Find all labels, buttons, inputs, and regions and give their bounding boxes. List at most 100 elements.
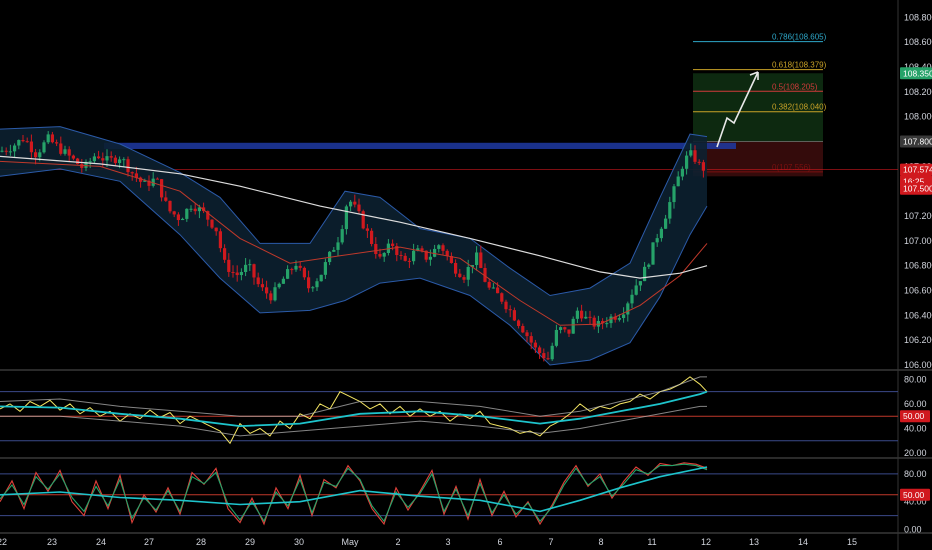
candle-body: [701, 162, 705, 171]
price-tick-label: 106.200: [904, 335, 932, 345]
fib-level-label: 0.786(108.605): [772, 33, 827, 42]
candle-body: [412, 250, 416, 262]
oscillator-1-panel: [0, 376, 898, 445]
candle-body: [13, 145, 17, 152]
candle-body: [210, 219, 214, 228]
price-tag-label: 107.574: [903, 165, 932, 175]
candle-body: [160, 179, 164, 198]
candle-body: [580, 310, 584, 319]
candle-body: [626, 303, 630, 315]
candle-body: [592, 317, 596, 327]
candle-body: [420, 248, 424, 251]
candle-body: [176, 214, 180, 221]
resistance-zone: [104, 142, 736, 149]
candle-body: [231, 271, 235, 273]
candle-body: [672, 186, 676, 203]
candle-body: [571, 318, 575, 334]
candle-body: [311, 287, 315, 289]
osc2-tick-label: 80.00: [904, 469, 927, 479]
price-axis: 108.800108.600108.400108.200108.000107.8…: [900, 12, 932, 535]
candle-body: [559, 327, 563, 330]
candle-body: [567, 329, 571, 334]
time-tick-label: 30: [294, 537, 304, 547]
osc2-tick-label: 0.00: [904, 525, 922, 535]
candle-body: [307, 277, 311, 289]
candle-body: [361, 211, 365, 229]
candle-body: [21, 140, 25, 142]
candle-body: [38, 152, 42, 158]
candle-body: [214, 227, 218, 232]
candle-body: [67, 149, 71, 156]
candle-body: [365, 228, 369, 231]
candle-body: [260, 284, 264, 288]
candle-body: [336, 242, 340, 250]
candle-body: [496, 287, 500, 294]
candle-body: [168, 200, 172, 212]
candle-body: [538, 347, 542, 354]
candle-body: [542, 353, 546, 359]
candle-body: [8, 151, 12, 153]
candle-body: [269, 293, 273, 301]
time-tick-label: 3: [445, 537, 450, 547]
candle-body: [454, 262, 458, 274]
time-tick-label: 8: [598, 537, 603, 547]
candle-body: [0, 150, 4, 152]
candle-body: [50, 134, 54, 143]
candle-body: [340, 229, 344, 243]
candle-body: [273, 287, 277, 301]
candle-body: [512, 310, 516, 321]
candle-body: [517, 320, 521, 326]
candle-body: [63, 149, 67, 154]
candle-body: [118, 159, 122, 164]
candle-body: [563, 327, 567, 330]
candle-body: [550, 345, 554, 360]
time-tick-label: 14: [798, 537, 808, 547]
price-tick-label: 106.400: [904, 310, 932, 320]
candle-body: [588, 316, 592, 318]
candle-body: [97, 156, 101, 159]
candle-body: [126, 159, 130, 173]
osc1-tick-label: 20.00: [904, 448, 927, 458]
candle-body: [647, 264, 651, 267]
candle-body: [428, 256, 432, 260]
candle-body: [92, 156, 96, 162]
candle-body: [164, 197, 168, 201]
candle-body: [353, 201, 357, 205]
osc1-tick-label: 60.00: [904, 399, 927, 409]
candle-body: [88, 161, 92, 163]
candle-body: [689, 150, 693, 156]
time-tick-label: 28: [196, 537, 206, 547]
candle-body: [382, 252, 386, 257]
candle-body: [252, 264, 256, 278]
candle-body: [680, 168, 684, 177]
time-tick-label: 29: [245, 537, 255, 547]
candle-body: [487, 281, 491, 288]
candle-body: [441, 245, 445, 251]
candle-body: [370, 230, 374, 244]
candle-body: [659, 228, 663, 239]
candle-body: [462, 277, 466, 280]
candle-body: [638, 281, 642, 286]
candle-body: [533, 342, 537, 348]
candle-body: [122, 159, 126, 161]
osc1-series-line: [0, 390, 708, 428]
candle-body: [244, 264, 248, 273]
candle-body: [294, 265, 298, 270]
price-tick-label: 108.200: [904, 87, 932, 97]
time-axis: 22232427282930May236781112131415: [0, 537, 857, 547]
candle-body: [575, 310, 579, 319]
candle-body: [130, 172, 134, 174]
candle-body: [34, 152, 38, 158]
osc1-level-tag: 50.00: [903, 411, 925, 421]
osc2-series-line: [0, 463, 708, 523]
candle-body: [374, 243, 378, 255]
candle-body: [479, 252, 483, 268]
candle-body: [500, 293, 504, 302]
time-tick-label: 2: [395, 537, 400, 547]
candle-body: [248, 264, 252, 266]
candle-body: [218, 231, 222, 249]
candle-body: [651, 242, 655, 265]
candle-body: [76, 158, 80, 165]
candle-body: [25, 141, 29, 143]
candle-body: [189, 208, 193, 210]
